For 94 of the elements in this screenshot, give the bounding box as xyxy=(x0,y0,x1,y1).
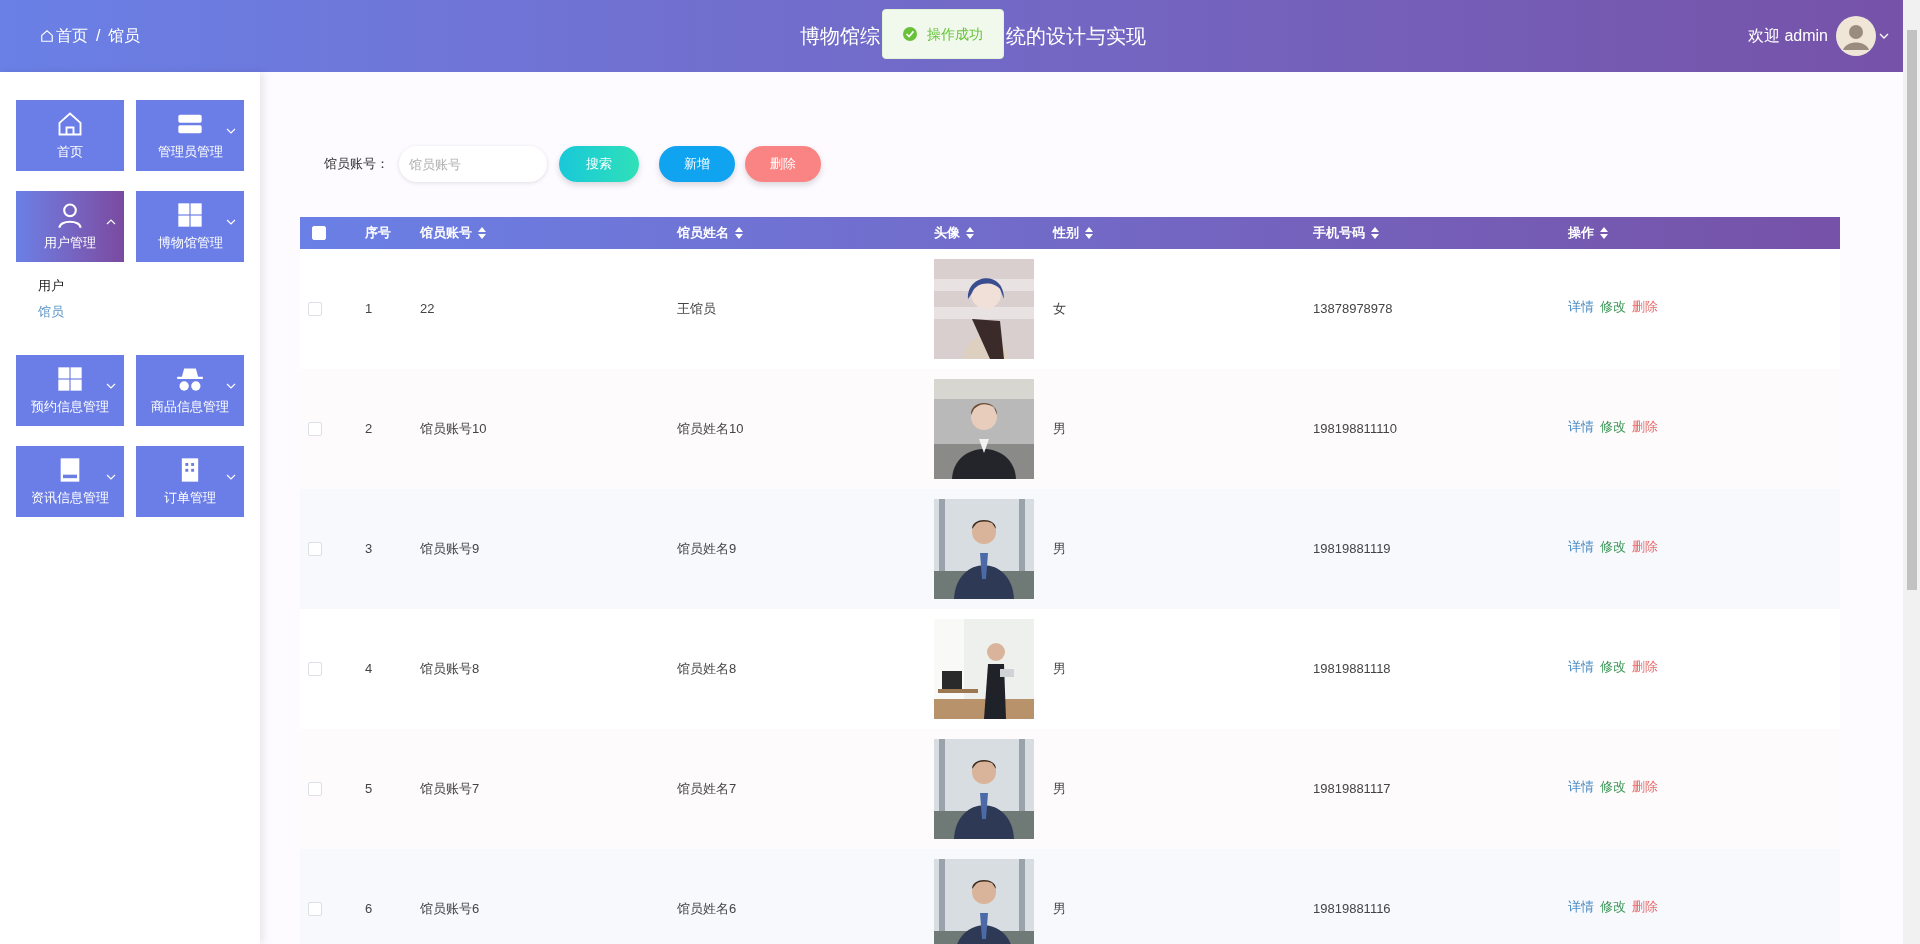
toast-message: 操作成功 xyxy=(927,24,983,44)
column-header: 手机号码 xyxy=(1313,224,1365,243)
edit-link[interactable]: 修改 xyxy=(1600,777,1626,797)
sort-icon[interactable] xyxy=(1600,227,1608,239)
table-cell: 男 xyxy=(1053,661,1066,677)
table-cell: 1 xyxy=(365,301,373,317)
table-cell: 2 xyxy=(365,421,373,437)
column-header: 馆员账号 xyxy=(420,224,472,243)
column-header: 性别 xyxy=(1053,224,1079,243)
column-header: 序号 xyxy=(365,224,391,243)
search-label: 馆员账号： xyxy=(324,155,389,174)
column-header: 头像 xyxy=(934,224,960,243)
home-icon xyxy=(40,29,54,43)
page-title: 博物馆综 xyxy=(800,24,880,49)
checkbox[interactable] xyxy=(308,902,322,916)
sort-icon[interactable] xyxy=(1085,227,1093,239)
table-cell: 馆员账号10 xyxy=(420,421,487,437)
sort-icon[interactable] xyxy=(1371,227,1379,239)
breadcrumb-separator: / xyxy=(96,26,101,46)
table-cell: 男 xyxy=(1053,541,1066,557)
submenu-item[interactable]: 用户 xyxy=(38,276,64,296)
edit-link[interactable]: 修改 xyxy=(1600,297,1626,317)
delete-link[interactable]: 删除 xyxy=(1632,777,1658,797)
checkbox[interactable] xyxy=(308,782,322,796)
view-link[interactable]: 详情 xyxy=(1568,417,1594,437)
checkbox[interactable] xyxy=(308,422,322,436)
table-cell: 男 xyxy=(1053,781,1066,797)
menu-tile[interactable]: 预约信息管理 xyxy=(16,355,124,426)
table-cell: 馆员姓名10 xyxy=(677,421,744,437)
breadcrumb-link[interactable]: 首页 xyxy=(56,24,88,48)
table-cell: 19819881118 xyxy=(1313,661,1391,677)
edit-link[interactable]: 修改 xyxy=(1600,417,1626,437)
column-header: 操作 xyxy=(1568,224,1594,243)
search-button[interactable]: 搜索 xyxy=(559,146,639,182)
menu-tile[interactable]: 订单管理 xyxy=(136,446,244,517)
table-cell: 5 xyxy=(365,781,373,797)
table-cell: 19819881119 xyxy=(1313,541,1391,557)
table-cell: 馆员账号8 xyxy=(420,661,480,677)
sort-icon[interactable] xyxy=(735,227,743,239)
table-cell: 女 xyxy=(1053,301,1066,317)
sort-icon[interactable] xyxy=(966,227,974,239)
delete-button[interactable]: 删除 xyxy=(745,146,821,182)
menu-tile[interactable]: 商品信息管理 xyxy=(136,355,244,426)
menu-tile[interactable]: 资讯信息管理 xyxy=(16,446,124,517)
edit-link[interactable]: 修改 xyxy=(1600,897,1626,917)
delete-link[interactable]: 删除 xyxy=(1632,537,1658,557)
menu-tile[interactable]: 博物馆管理 xyxy=(136,191,244,262)
edit-link[interactable]: 修改 xyxy=(1600,537,1626,557)
checkbox[interactable] xyxy=(308,302,322,316)
view-link[interactable]: 详情 xyxy=(1568,657,1594,677)
view-link[interactable]: 详情 xyxy=(1568,777,1594,797)
grid-icon xyxy=(56,364,84,393)
table-cell: 馆员姓名7 xyxy=(677,781,737,797)
table-cell: 馆员账号9 xyxy=(420,541,480,557)
avatar-icon[interactable] xyxy=(1836,16,1876,56)
table-cell: 198198811110 xyxy=(1313,421,1397,437)
table-cell: 馆员账号6 xyxy=(420,901,480,917)
table-cell: 19819881117 xyxy=(1313,781,1391,797)
grid-icon xyxy=(176,200,204,229)
table-cell: 馆员姓名6 xyxy=(677,901,737,917)
page-title: 统的设计与实现 xyxy=(1006,24,1146,49)
menu-tile[interactable]: 用户管理 xyxy=(16,191,124,262)
sort-icon[interactable] xyxy=(478,227,486,239)
delete-link[interactable]: 删除 xyxy=(1632,417,1658,437)
table-cell: 22 xyxy=(420,301,435,317)
add-button[interactable]: 新增 xyxy=(659,146,735,182)
checkbox[interactable] xyxy=(308,542,322,556)
table-cell: 馆员账号7 xyxy=(420,781,480,797)
menu-tile[interactable]: 首页 xyxy=(16,100,124,171)
column-header: 馆员姓名 xyxy=(677,224,729,243)
table-cell: 王馆员 xyxy=(677,301,716,317)
menu-tile[interactable]: 管理员管理 xyxy=(136,100,244,171)
table-cell: 6 xyxy=(365,901,373,917)
checkbox[interactable] xyxy=(308,662,322,676)
table-cell: 19819881116 xyxy=(1313,901,1391,917)
table-cell: 4 xyxy=(365,661,373,677)
table-cell: 馆员姓名8 xyxy=(677,661,737,677)
delete-link[interactable]: 删除 xyxy=(1632,657,1658,677)
table-cell: 男 xyxy=(1053,421,1066,437)
welcome-text: 欢迎 admin xyxy=(1747,26,1828,46)
view-link[interactable]: 详情 xyxy=(1568,897,1594,917)
edit-link[interactable]: 修改 xyxy=(1600,657,1626,677)
table-cell: 3 xyxy=(365,541,373,557)
table-cell: 13878978978 xyxy=(1313,301,1393,317)
table-cell: 男 xyxy=(1053,901,1066,917)
search-field[interactable]: 馆员账号 xyxy=(399,146,547,182)
delete-link[interactable]: 删除 xyxy=(1632,897,1658,917)
breadcrumb-current: 馆员 xyxy=(108,26,141,46)
view-link[interactable]: 详情 xyxy=(1568,537,1594,557)
check-circle-icon xyxy=(903,27,917,41)
submenu-item[interactable]: 馆员 xyxy=(38,301,64,321)
table-cell: 馆员姓名9 xyxy=(677,541,737,557)
delete-link[interactable]: 删除 xyxy=(1632,297,1658,317)
view-link[interactable]: 详情 xyxy=(1568,297,1594,317)
